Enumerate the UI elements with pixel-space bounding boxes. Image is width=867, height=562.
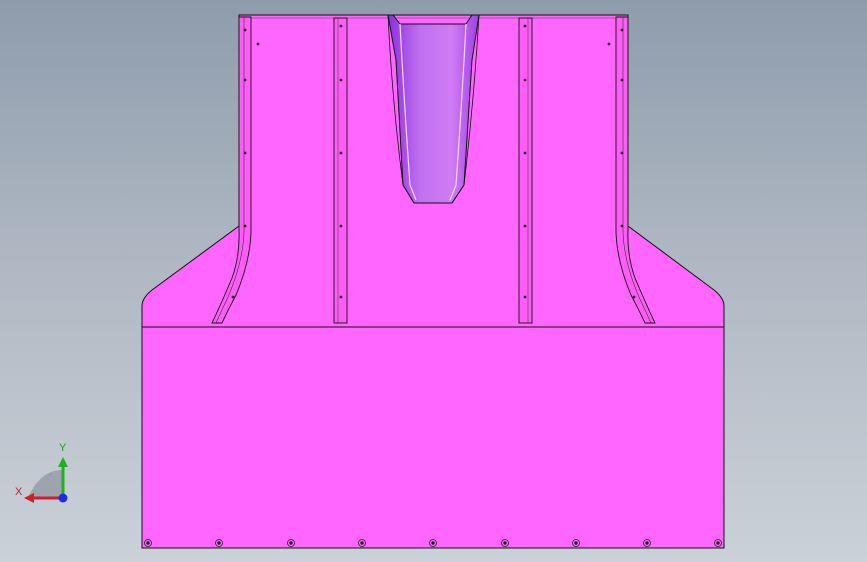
hole [339, 295, 343, 299]
triad-z-axis [58, 493, 68, 503]
hole [339, 24, 343, 28]
sheet-metal-part[interactable] [0, 0, 867, 562]
hole [620, 78, 624, 82]
graphics-viewport[interactable]: X Y [0, 0, 867, 562]
hole [523, 24, 527, 28]
hole [243, 28, 247, 32]
triad-y-arrow [58, 457, 68, 467]
triad-x-label: X [15, 486, 23, 498]
right-inner-flange [518, 17, 533, 324]
hole [523, 295, 527, 299]
hole [231, 295, 235, 299]
hole [523, 78, 527, 82]
triad-graphic [24, 457, 68, 503]
left-inner-flange [333, 17, 348, 324]
hole [632, 295, 636, 299]
hole [243, 151, 247, 155]
triad-x-arrow [24, 493, 34, 503]
hole [243, 224, 247, 228]
triad-y-label: Y [59, 442, 67, 454]
hole [523, 151, 527, 155]
hole [620, 224, 624, 228]
hole [523, 224, 527, 228]
orientation-triad[interactable]: X Y [10, 440, 80, 510]
hole [607, 42, 611, 46]
hole [339, 78, 343, 82]
hole [256, 42, 260, 46]
hole [620, 151, 624, 155]
hole [339, 151, 343, 155]
hole [620, 28, 624, 32]
hole [243, 78, 247, 82]
hole [339, 224, 343, 228]
